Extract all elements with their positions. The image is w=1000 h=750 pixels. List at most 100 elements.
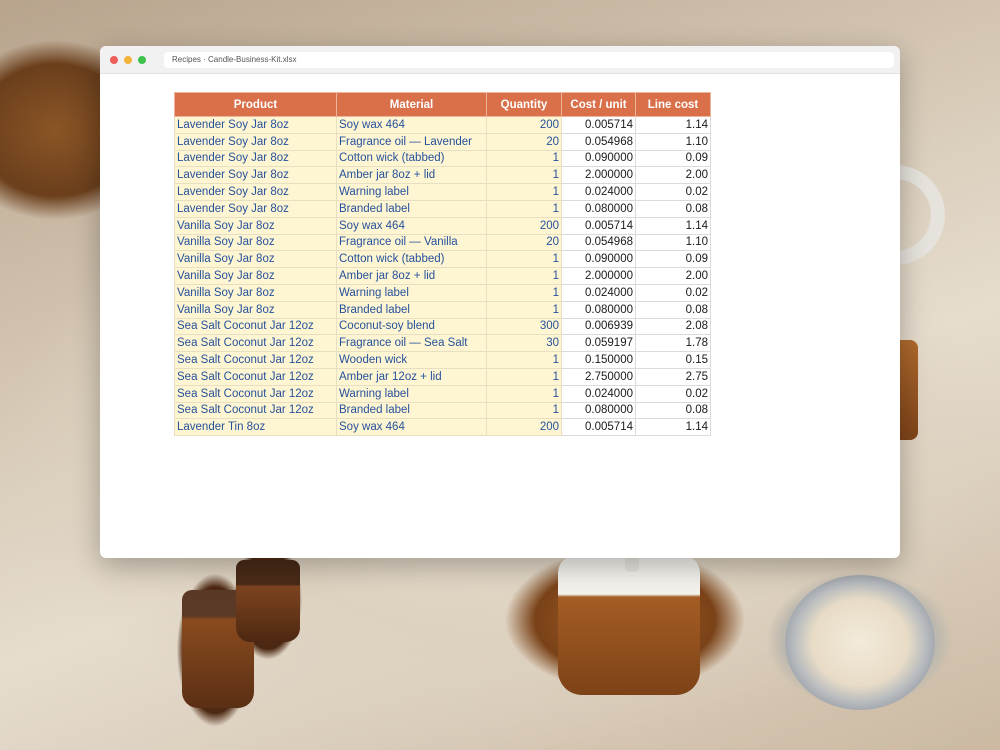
cost-per-unit-cell[interactable]: 0.024000	[561, 384, 636, 403]
cost-per-unit-cell[interactable]: 2.000000	[561, 166, 636, 185]
line-cost-cell[interactable]: 1.78	[635, 334, 711, 353]
material-cell[interactable]: Fragrance oil — Sea Salt	[336, 334, 487, 353]
product-cell[interactable]: Sea Salt Coconut Jar 12oz	[174, 401, 337, 420]
product-cell[interactable]: Vanilla Soy Jar 8oz	[174, 300, 337, 319]
column-header-cost-per-unit[interactable]: Cost / unit	[561, 92, 636, 117]
product-cell[interactable]: Vanilla Soy Jar 8oz	[174, 216, 337, 235]
quantity-cell[interactable]: 1	[486, 183, 562, 201]
cost-per-unit-cell[interactable]: 2.750000	[561, 367, 636, 386]
line-cost-cell[interactable]: 0.09	[635, 149, 711, 168]
line-cost-cell[interactable]: 1.14	[635, 418, 711, 437]
quantity-cell[interactable]: 300	[486, 317, 562, 336]
cost-per-unit-cell[interactable]: 0.080000	[561, 300, 636, 319]
quantity-cell[interactable]: 20	[486, 132, 562, 151]
cost-per-unit-cell[interactable]: 0.024000	[561, 183, 636, 201]
product-cell[interactable]: Lavender Soy Jar 8oz	[174, 183, 337, 201]
quantity-cell[interactable]: 1	[486, 250, 562, 269]
material-cell[interactable]: Coconut-soy blend	[336, 317, 487, 336]
cost-per-unit-cell[interactable]: 0.005714	[561, 216, 636, 235]
cost-per-unit-cell[interactable]: 0.005714	[561, 116, 636, 134]
line-cost-cell[interactable]: 0.09	[635, 250, 711, 269]
material-cell[interactable]: Wooden wick	[336, 351, 487, 369]
material-cell[interactable]: Soy wax 464	[336, 418, 487, 437]
quantity-cell[interactable]: 1	[486, 367, 562, 386]
material-cell[interactable]: Branded label	[336, 401, 487, 420]
cost-per-unit-cell[interactable]: 0.054968	[561, 132, 636, 151]
cost-per-unit-cell[interactable]: 0.080000	[561, 199, 636, 218]
column-header-quantity[interactable]: Quantity	[486, 92, 562, 117]
product-cell[interactable]: Lavender Tin 8oz	[174, 418, 337, 437]
cost-per-unit-cell[interactable]: 0.005714	[561, 418, 636, 437]
line-cost-cell[interactable]: 2.08	[635, 317, 711, 336]
material-cell[interactable]: Fragrance oil — Lavender	[336, 132, 487, 151]
material-cell[interactable]: Soy wax 464	[336, 116, 487, 134]
column-header-product[interactable]: Product	[174, 92, 337, 117]
product-cell[interactable]: Vanilla Soy Jar 8oz	[174, 250, 337, 269]
column-header-material[interactable]: Material	[336, 92, 487, 117]
column-header-line-cost[interactable]: Line cost	[635, 92, 711, 117]
quantity-cell[interactable]: 1	[486, 351, 562, 369]
material-cell[interactable]: Branded label	[336, 300, 487, 319]
line-cost-cell[interactable]: 1.14	[635, 216, 711, 235]
line-cost-cell[interactable]: 1.10	[635, 233, 711, 252]
line-cost-cell[interactable]: 1.14	[635, 116, 711, 134]
maximize-window-button[interactable]	[138, 55, 146, 64]
cost-per-unit-cell[interactable]: 0.054968	[561, 233, 636, 252]
quantity-cell[interactable]: 1	[486, 300, 562, 319]
material-cell[interactable]: Warning label	[336, 283, 487, 302]
quantity-cell[interactable]: 1	[486, 149, 562, 168]
quantity-cell[interactable]: 1	[486, 401, 562, 420]
line-cost-cell[interactable]: 0.15	[635, 351, 711, 369]
material-cell[interactable]: Cotton wick (tabbed)	[336, 149, 487, 168]
product-cell[interactable]: Sea Salt Coconut Jar 12oz	[174, 334, 337, 353]
line-cost-cell[interactable]: 0.02	[635, 384, 711, 403]
line-cost-cell[interactable]: 0.08	[635, 401, 711, 420]
close-window-button[interactable]	[110, 55, 118, 64]
product-cell[interactable]: Lavender Soy Jar 8oz	[174, 116, 337, 134]
line-cost-cell[interactable]: 1.10	[635, 132, 711, 151]
quantity-cell[interactable]: 200	[486, 418, 562, 437]
product-cell[interactable]: Lavender Soy Jar 8oz	[174, 199, 337, 218]
product-cell[interactable]: Vanilla Soy Jar 8oz	[174, 283, 337, 302]
product-cell[interactable]: Sea Salt Coconut Jar 12oz	[174, 351, 337, 369]
material-cell[interactable]: Warning label	[336, 183, 487, 201]
cost-per-unit-cell[interactable]: 0.150000	[561, 351, 636, 369]
material-cell[interactable]: Soy wax 464	[336, 216, 487, 235]
product-cell[interactable]: Sea Salt Coconut Jar 12oz	[174, 384, 337, 403]
quantity-cell[interactable]: 30	[486, 334, 562, 353]
cost-per-unit-cell[interactable]: 0.024000	[561, 283, 636, 302]
quantity-cell[interactable]: 200	[486, 216, 562, 235]
material-cell[interactable]: Amber jar 12oz + lid	[336, 367, 487, 386]
quantity-cell[interactable]: 200	[486, 116, 562, 134]
quantity-cell[interactable]: 1	[486, 283, 562, 302]
product-cell[interactable]: Vanilla Soy Jar 8oz	[174, 233, 337, 252]
product-cell[interactable]: Lavender Soy Jar 8oz	[174, 149, 337, 168]
line-cost-cell[interactable]: 2.00	[635, 166, 711, 185]
quantity-cell[interactable]: 1	[486, 267, 562, 285]
cost-per-unit-cell[interactable]: 0.080000	[561, 401, 636, 420]
product-cell[interactable]: Sea Salt Coconut Jar 12oz	[174, 317, 337, 336]
cost-per-unit-cell[interactable]: 0.090000	[561, 149, 636, 168]
quantity-cell[interactable]: 1	[486, 199, 562, 218]
line-cost-cell[interactable]: 0.08	[635, 300, 711, 319]
quantity-cell[interactable]: 20	[486, 233, 562, 252]
product-cell[interactable]: Vanilla Soy Jar 8oz	[174, 267, 337, 285]
product-cell[interactable]: Sea Salt Coconut Jar 12oz	[174, 367, 337, 386]
cost-per-unit-cell[interactable]: 0.090000	[561, 250, 636, 269]
material-cell[interactable]: Amber jar 8oz + lid	[336, 166, 487, 185]
product-cell[interactable]: Lavender Soy Jar 8oz	[174, 132, 337, 151]
material-cell[interactable]: Warning label	[336, 384, 487, 403]
line-cost-cell[interactable]: 2.75	[635, 367, 711, 386]
material-cell[interactable]: Branded label	[336, 199, 487, 218]
minimize-window-button[interactable]	[124, 55, 132, 64]
material-cell[interactable]: Cotton wick (tabbed)	[336, 250, 487, 269]
material-cell[interactable]: Amber jar 8oz + lid	[336, 267, 487, 285]
cost-per-unit-cell[interactable]: 0.006939	[561, 317, 636, 336]
line-cost-cell[interactable]: 0.02	[635, 183, 711, 201]
product-cell[interactable]: Lavender Soy Jar 8oz	[174, 166, 337, 185]
cost-per-unit-cell[interactable]: 2.000000	[561, 267, 636, 285]
line-cost-cell[interactable]: 0.02	[635, 283, 711, 302]
material-cell[interactable]: Fragrance oil — Vanilla	[336, 233, 487, 252]
line-cost-cell[interactable]: 2.00	[635, 267, 711, 285]
cost-per-unit-cell[interactable]: 0.059197	[561, 334, 636, 353]
